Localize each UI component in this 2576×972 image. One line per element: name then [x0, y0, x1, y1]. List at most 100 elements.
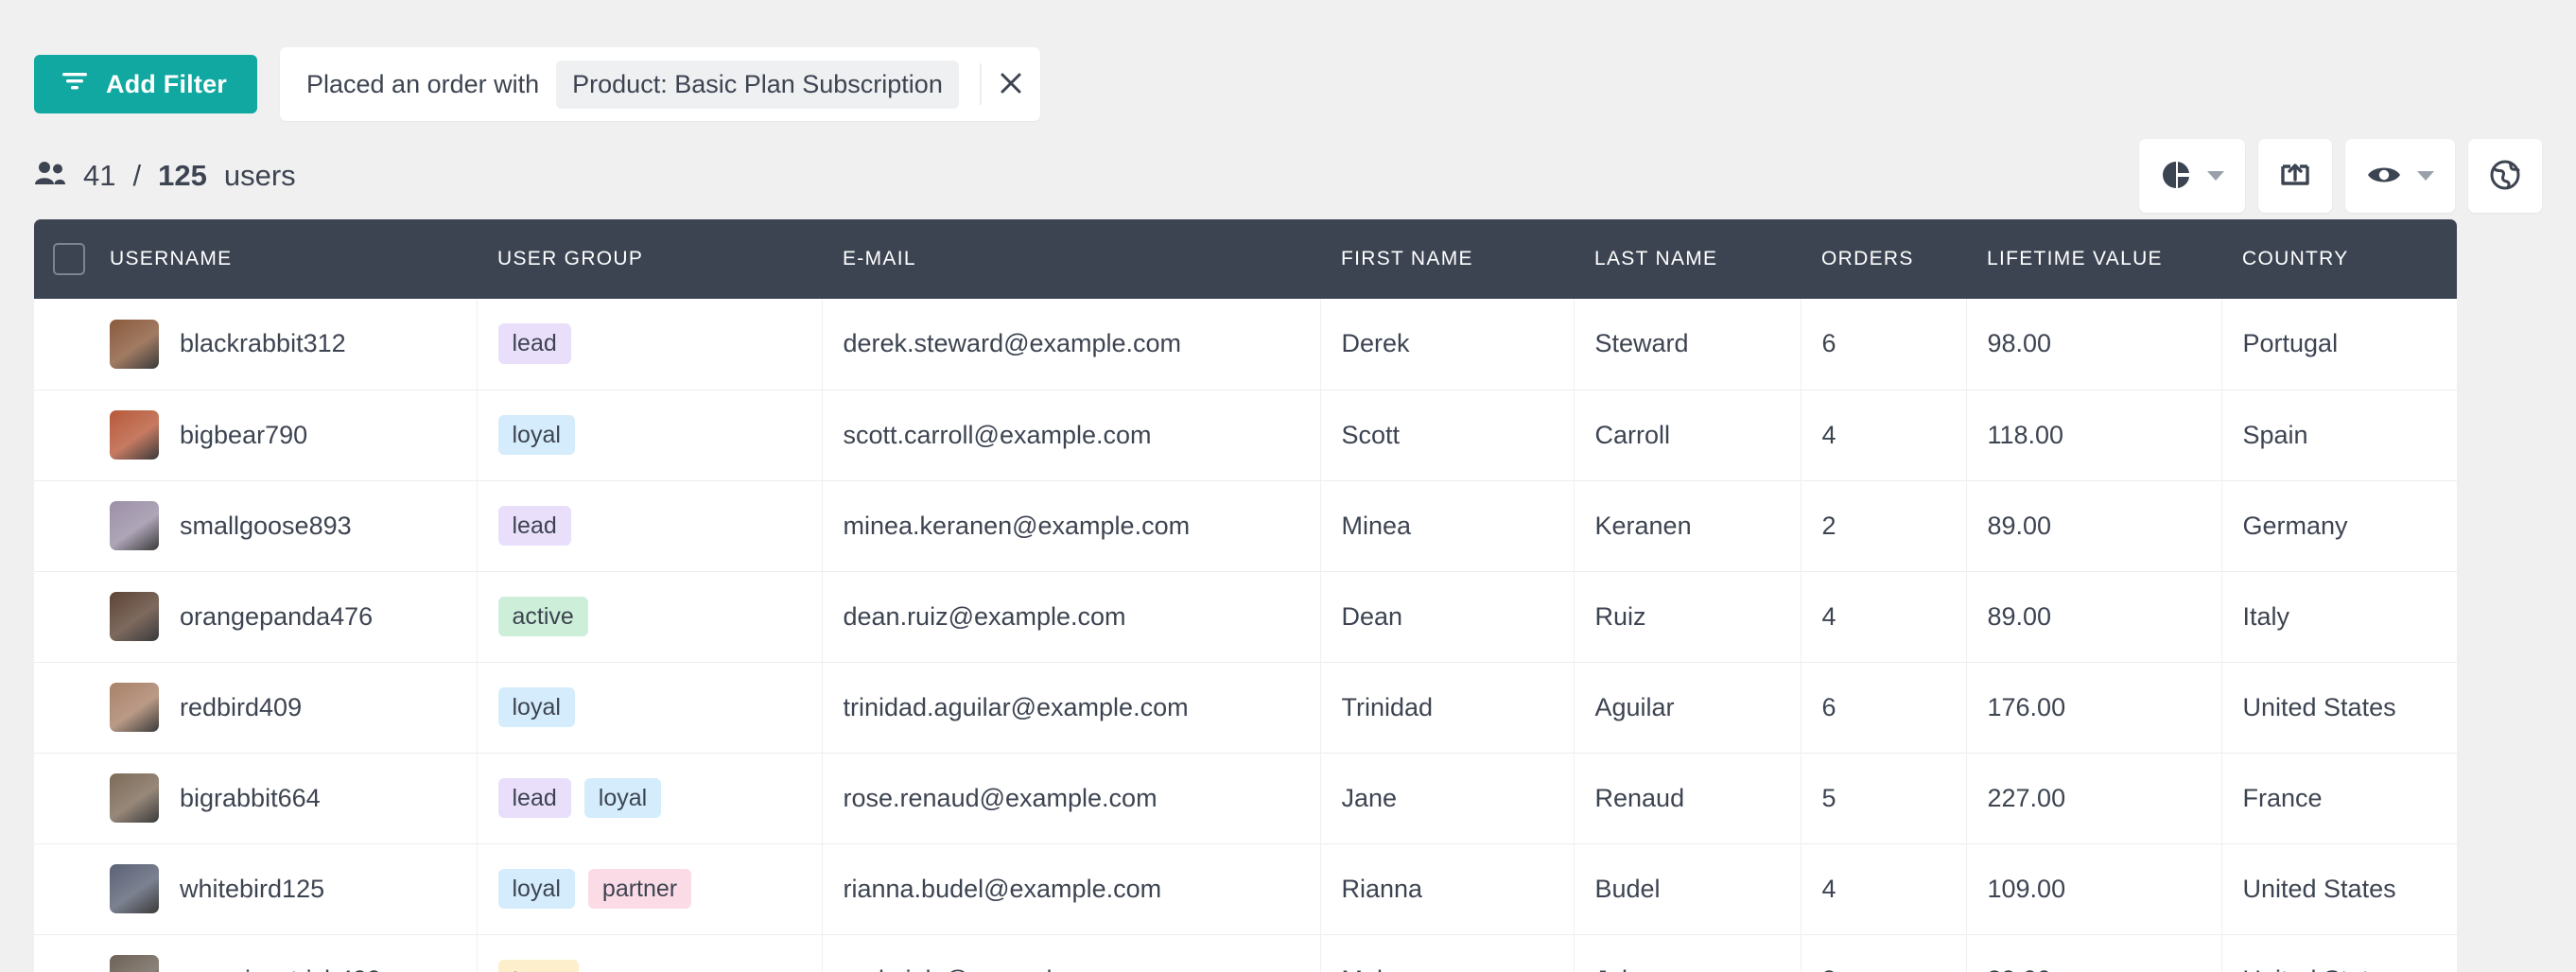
summary-row: 41 / 125 users	[0, 132, 2576, 219]
globe-button[interactable]	[2468, 139, 2542, 213]
table-row[interactable]: whitebird125 loyal partner rianna.budel@exa…	[34, 843, 2457, 934]
table-row[interactable]: smallgoose893 lead minea.keranen@example.c…	[34, 480, 2457, 571]
username-label: whitebird125	[180, 874, 325, 903]
row-select-cell[interactable]	[34, 753, 89, 843]
column-header-username[interactable]: USERNAME	[89, 219, 477, 299]
row-select-cell[interactable]	[34, 480, 89, 571]
column-header-first-name[interactable]: FIRST NAME	[1320, 219, 1574, 299]
username-label: bigrabbit664	[180, 783, 321, 812]
username-label: organicostrich499	[180, 965, 381, 972]
cell-user-group: lead	[477, 299, 823, 390]
cell-username[interactable]: whitebird125	[89, 843, 478, 934]
count-current: 41	[83, 159, 116, 192]
user-group-tag[interactable]: loyal	[497, 686, 575, 728]
cell-email: malo.joly@example.com	[822, 934, 1321, 972]
cell-lifetime-value: 109.00	[1966, 843, 2222, 934]
user-group-tag[interactable]: loyal	[497, 414, 575, 456]
column-header-last-name[interactable]: LAST NAME	[1574, 219, 1801, 299]
select-all-checkbox[interactable]	[53, 243, 85, 275]
cell-country: Germany	[2242, 511, 2348, 540]
user-group-tag[interactable]: lead	[497, 323, 571, 365]
user-group-tag[interactable]: loyal	[497, 868, 575, 910]
user-group-tag[interactable]: partner	[587, 868, 692, 910]
cell-first-name: Derek	[1320, 299, 1575, 390]
remove-filter-button[interactable]	[982, 47, 1040, 121]
column-header-orders[interactable]: ORDERS	[1801, 219, 1966, 299]
cell-username[interactable]: organicostrich499	[89, 934, 478, 972]
add-filter-label: Add Filter	[106, 69, 227, 98]
export-upload-icon	[2279, 159, 2311, 194]
table-row[interactable]: redbird409 loyal trinidad.aguilar@example.…	[34, 662, 2457, 753]
chart-button[interactable]	[2139, 139, 2245, 213]
cell-last-name: Renaud	[1574, 753, 1801, 843]
user-group-tag[interactable]: loyal	[583, 777, 662, 819]
cell-username[interactable]: bigbear790	[89, 390, 478, 480]
table-toolbar	[2139, 139, 2542, 213]
cell-lifetime-value: 89.00	[1966, 934, 2222, 972]
pie-chart-icon	[2160, 159, 2192, 194]
user-group-tag[interactable]: team	[497, 959, 580, 972]
avatar	[110, 773, 159, 823]
cell-first-name: Rianna	[1320, 843, 1575, 934]
column-header-country[interactable]: COUNTRY	[2221, 219, 2457, 299]
table-head: USERNAME USER GROUP E-MAIL FIRST NAME LA…	[34, 219, 2457, 299]
cell-orders: 6	[1801, 662, 1967, 753]
user-count: 41 / 125 users	[34, 159, 296, 193]
export-button[interactable]	[2258, 139, 2332, 213]
filter-icon	[61, 70, 89, 99]
row-select-cell[interactable]	[34, 390, 89, 480]
cell-email: trinidad.aguilar@example.com	[822, 662, 1321, 753]
row-select-cell[interactable]	[34, 843, 89, 934]
avatar	[110, 592, 159, 641]
row-select-cell[interactable]	[34, 571, 89, 662]
cell-username[interactable]: smallgoose893	[89, 480, 478, 571]
column-header-email[interactable]: E-MAIL	[822, 219, 1320, 299]
cell-first-name: Dean	[1320, 571, 1575, 662]
avatar	[110, 683, 159, 732]
add-filter-button[interactable]: Add Filter	[34, 55, 257, 113]
table-row[interactable]: blackrabbit312 lead derek.steward@example.…	[34, 299, 2457, 390]
cell-orders: 4	[1801, 390, 1967, 480]
cell-user-group: loyal	[477, 662, 823, 753]
user-group-tag[interactable]: lead	[497, 777, 571, 819]
cell-lifetime-value: 227.00	[1966, 753, 2222, 843]
avatar	[110, 955, 159, 972]
cell-username[interactable]: bigrabbit664	[89, 753, 478, 843]
row-select-cell[interactable]	[34, 934, 89, 972]
globe-icon	[2489, 159, 2521, 194]
table-body: blackrabbit312 lead derek.steward@example.…	[34, 299, 2457, 972]
avatar	[110, 501, 159, 550]
cell-orders: 2	[1801, 934, 1967, 972]
column-header-user-group[interactable]: USER GROUP	[477, 219, 822, 299]
visibility-button[interactable]	[2345, 139, 2455, 213]
user-group-tag[interactable]: active	[497, 596, 588, 637]
cell-lifetime-value: 89.00	[1966, 480, 2222, 571]
table-row[interactable]: organicostrich499 team malo.joly@example.c…	[34, 934, 2457, 972]
filter-chip[interactable]: Placed an order with Product: Basic Plan…	[280, 47, 1040, 121]
table-row[interactable]: bigbear790 loyal scott.carroll@example.com…	[34, 390, 2457, 480]
cell-lifetime-value: 98.00	[1966, 299, 2222, 390]
cell-lifetime-value: 89.00	[1966, 571, 2222, 662]
filter-chip-value[interactable]: Product: Basic Plan Subscription	[556, 60, 959, 109]
table-header-row: USERNAME USER GROUP E-MAIL FIRST NAME LA…	[34, 219, 2457, 299]
avatar	[110, 410, 159, 460]
cell-first-name: Jane	[1320, 753, 1575, 843]
row-select-cell[interactable]	[34, 299, 89, 390]
cell-last-name: Ruiz	[1574, 571, 1801, 662]
cell-email: rianna.budel@example.com	[822, 843, 1321, 934]
row-select-cell[interactable]	[34, 662, 89, 753]
cell-username[interactable]: redbird409	[89, 662, 478, 753]
count-total: 125	[158, 159, 207, 192]
cell-country: Italy	[2242, 601, 2290, 631]
cell-username[interactable]: blackrabbit312	[89, 299, 478, 390]
chevron-down-icon	[2417, 171, 2434, 181]
users-table: USERNAME USER GROUP E-MAIL FIRST NAME LA…	[34, 219, 2457, 972]
cell-orders: 4	[1801, 843, 1967, 934]
table-row[interactable]: orangepanda476 active dean.ruiz@example.co…	[34, 571, 2457, 662]
table-row[interactable]: bigrabbit664 lead loyal rose.renaud@example…	[34, 753, 2457, 843]
user-group-tag[interactable]: lead	[497, 505, 571, 547]
cell-first-name: Scott	[1320, 390, 1575, 480]
column-header-lifetime-value[interactable]: LIFETIME VALUE	[1966, 219, 2221, 299]
cell-email: scott.carroll@example.com	[822, 390, 1321, 480]
cell-username[interactable]: orangepanda476	[89, 571, 478, 662]
